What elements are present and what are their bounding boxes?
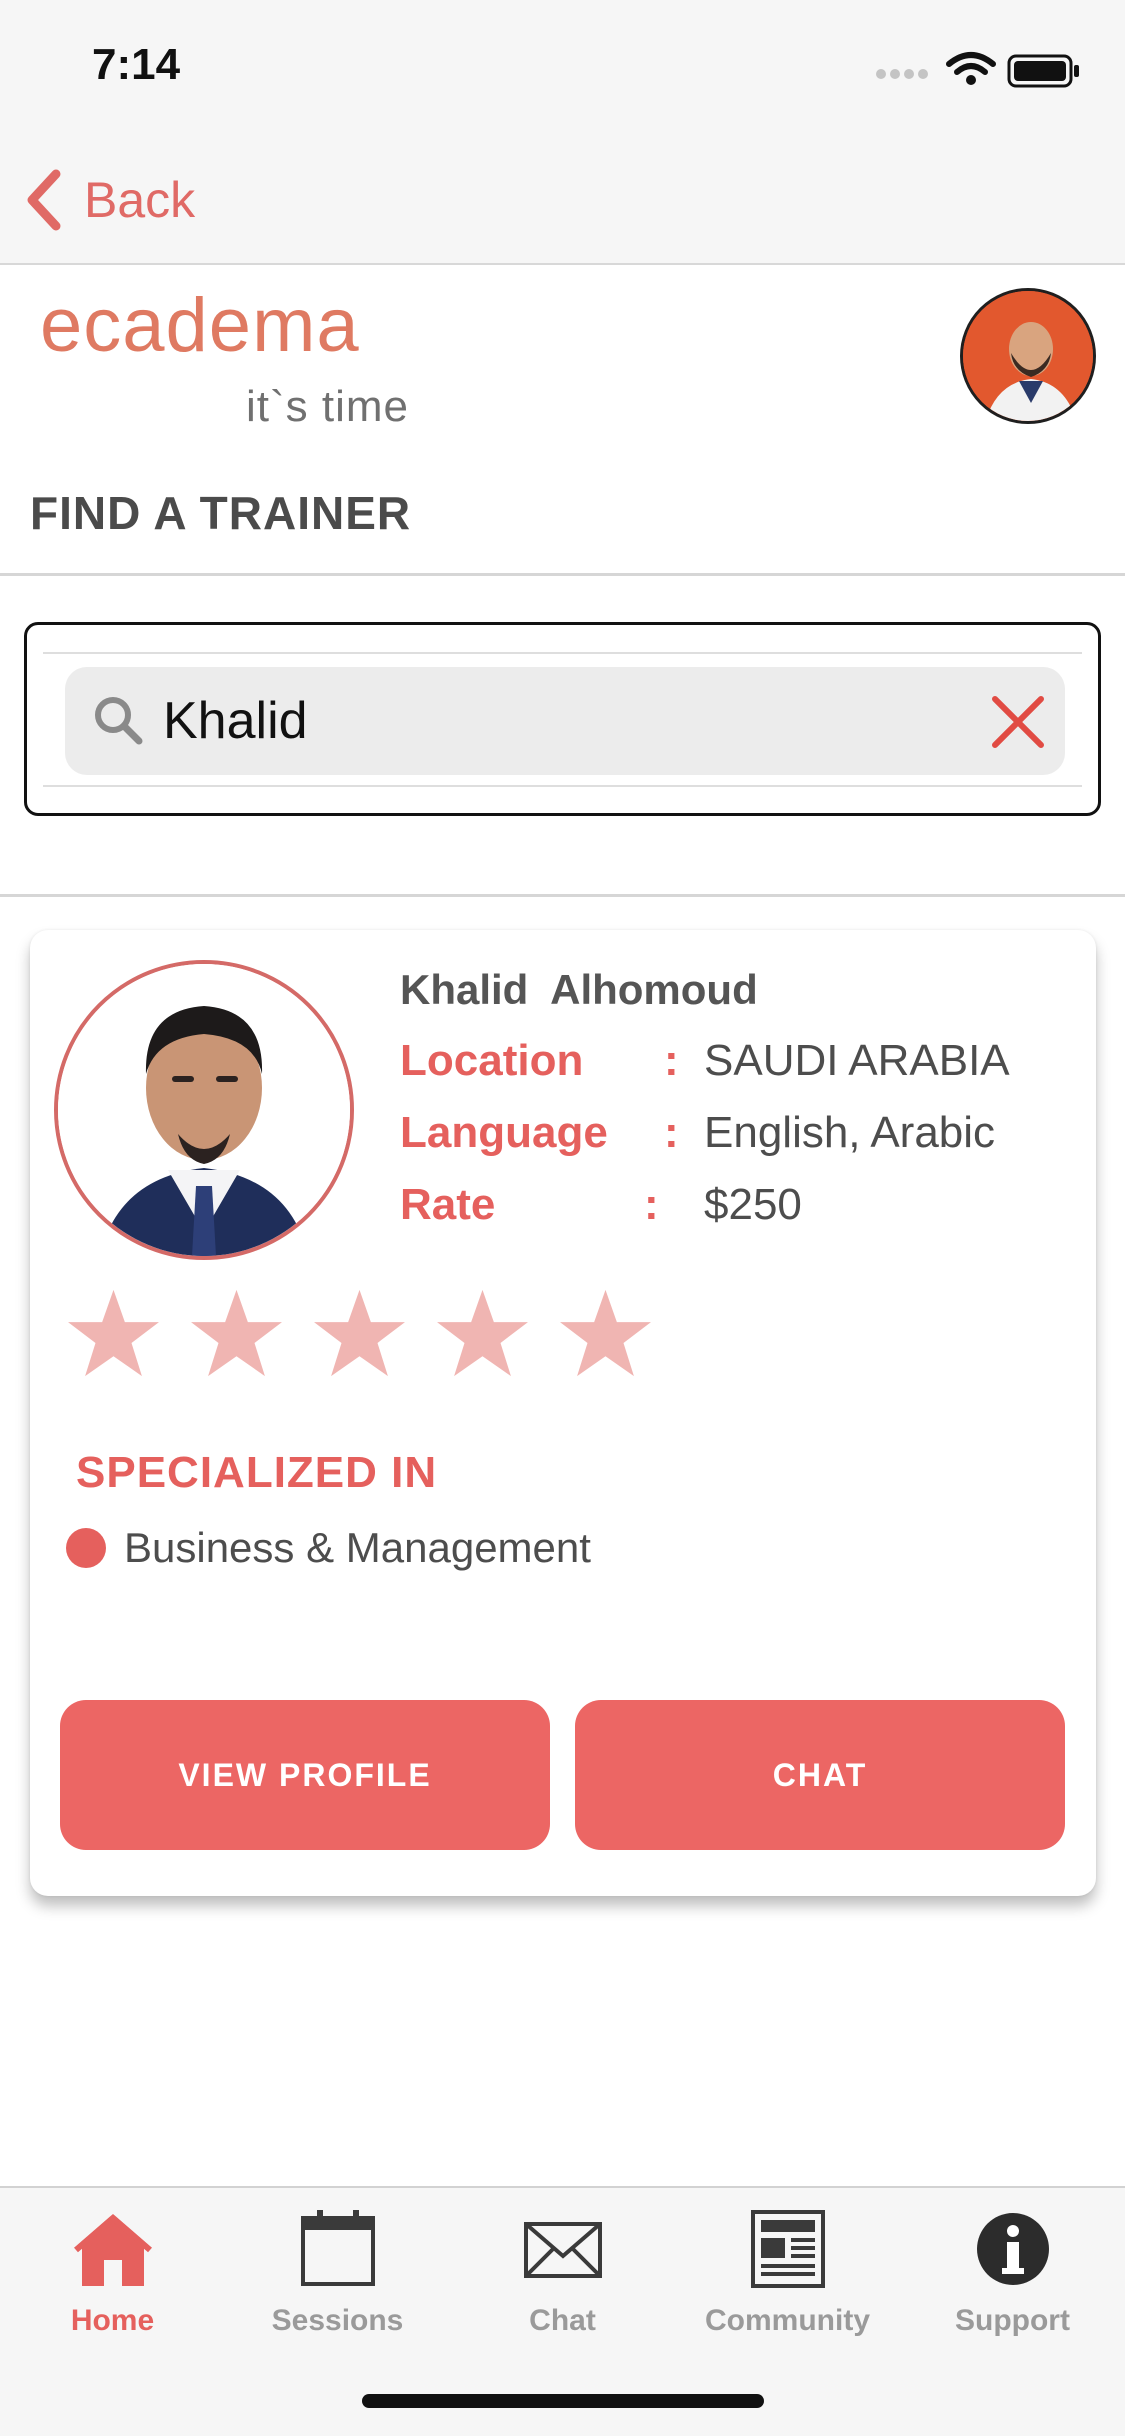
home-icon <box>73 2214 152 2286</box>
tab-home[interactable]: Home <box>0 2208 225 2348</box>
tab-community[interactable]: Community <box>675 2208 900 2348</box>
trainer-photo-image <box>58 964 350 1256</box>
search-container <box>24 622 1101 816</box>
star-icon <box>68 1289 159 1377</box>
divider <box>0 573 1125 576</box>
language-colon: : <box>664 1108 679 1157</box>
back-button[interactable]: Back <box>24 160 195 240</box>
language-value: English, Arabic <box>704 1108 996 1157</box>
user-avatar-image <box>963 291 1093 421</box>
specialized-title: SPECIALIZED IN <box>76 1448 438 1497</box>
search-icon <box>95 697 143 745</box>
tab-support-label: Support <box>955 2304 1070 2337</box>
bullet-icon <box>66 1528 106 1568</box>
envelope-icon <box>523 2222 602 2278</box>
back-label: Back <box>84 172 196 228</box>
trainer-card: Khalid Alhomoud Location : SAUDI ARABIA … <box>30 930 1096 1896</box>
brand-tagline: it`s time <box>246 382 409 431</box>
specialization-label: Business & Management <box>124 1524 591 1571</box>
rate-colon: : <box>644 1180 659 1229</box>
trainer-name: Khalid Alhomoud <box>400 966 758 1013</box>
tab-chat-label: Chat <box>529 2304 596 2337</box>
wifi-icon <box>946 52 996 75</box>
tab-community-label: Community <box>705 2304 870 2337</box>
rate-label: Rate <box>400 1180 496 1229</box>
tab-sessions-label: Sessions <box>271 2304 404 2337</box>
star-icon <box>560 1289 651 1377</box>
chat-button[interactable]: CHAT <box>575 1700 1065 1850</box>
status-time: 7:14 <box>92 40 181 89</box>
navigation-bar: 7:14 Back <box>0 0 1125 265</box>
rate-value: $250 <box>704 1180 802 1229</box>
user-avatar[interactable] <box>960 288 1096 424</box>
calendar-icon <box>300 2210 375 2286</box>
newspaper-icon <box>750 2210 825 2288</box>
brand-name: ecadema <box>40 283 360 368</box>
chevron-left-icon <box>27 169 61 231</box>
location-label: Location <box>400 1036 584 1085</box>
home-indicator[interactable] <box>362 2394 764 2408</box>
status-icons <box>876 52 1079 88</box>
signal-icon <box>876 69 928 79</box>
star-icon <box>191 1289 282 1377</box>
tab-support[interactable]: Support <box>900 2208 1125 2348</box>
divider <box>43 652 1082 654</box>
view-profile-button[interactable]: VIEW PROFILE <box>60 1700 550 1850</box>
trainer-photo[interactable] <box>54 960 354 1260</box>
page-title: FIND A TRAINER <box>30 487 412 539</box>
star-icon <box>437 1289 528 1377</box>
info-icon <box>976 2213 1049 2285</box>
tab-sessions[interactable]: Sessions <box>225 2208 450 2348</box>
location-colon: : <box>664 1036 679 1085</box>
search-bar[interactable] <box>65 667 1065 775</box>
clear-search-icon[interactable] <box>989 693 1047 751</box>
location-value: SAUDI ARABIA <box>704 1036 1010 1085</box>
divider <box>43 785 1082 787</box>
battery-icon <box>1007 54 1079 88</box>
tab-chat[interactable]: Chat <box>450 2208 675 2348</box>
specialization-item: Business & Management <box>66 1524 591 1572</box>
divider <box>0 894 1125 897</box>
star-rating <box>66 1288 653 1378</box>
star-icon <box>314 1289 405 1377</box>
tab-home-label: Home <box>70 2304 155 2337</box>
search-input[interactable] <box>163 689 923 753</box>
language-label: Language <box>400 1108 608 1157</box>
brand-logo: ecadema it`s time <box>40 282 440 432</box>
